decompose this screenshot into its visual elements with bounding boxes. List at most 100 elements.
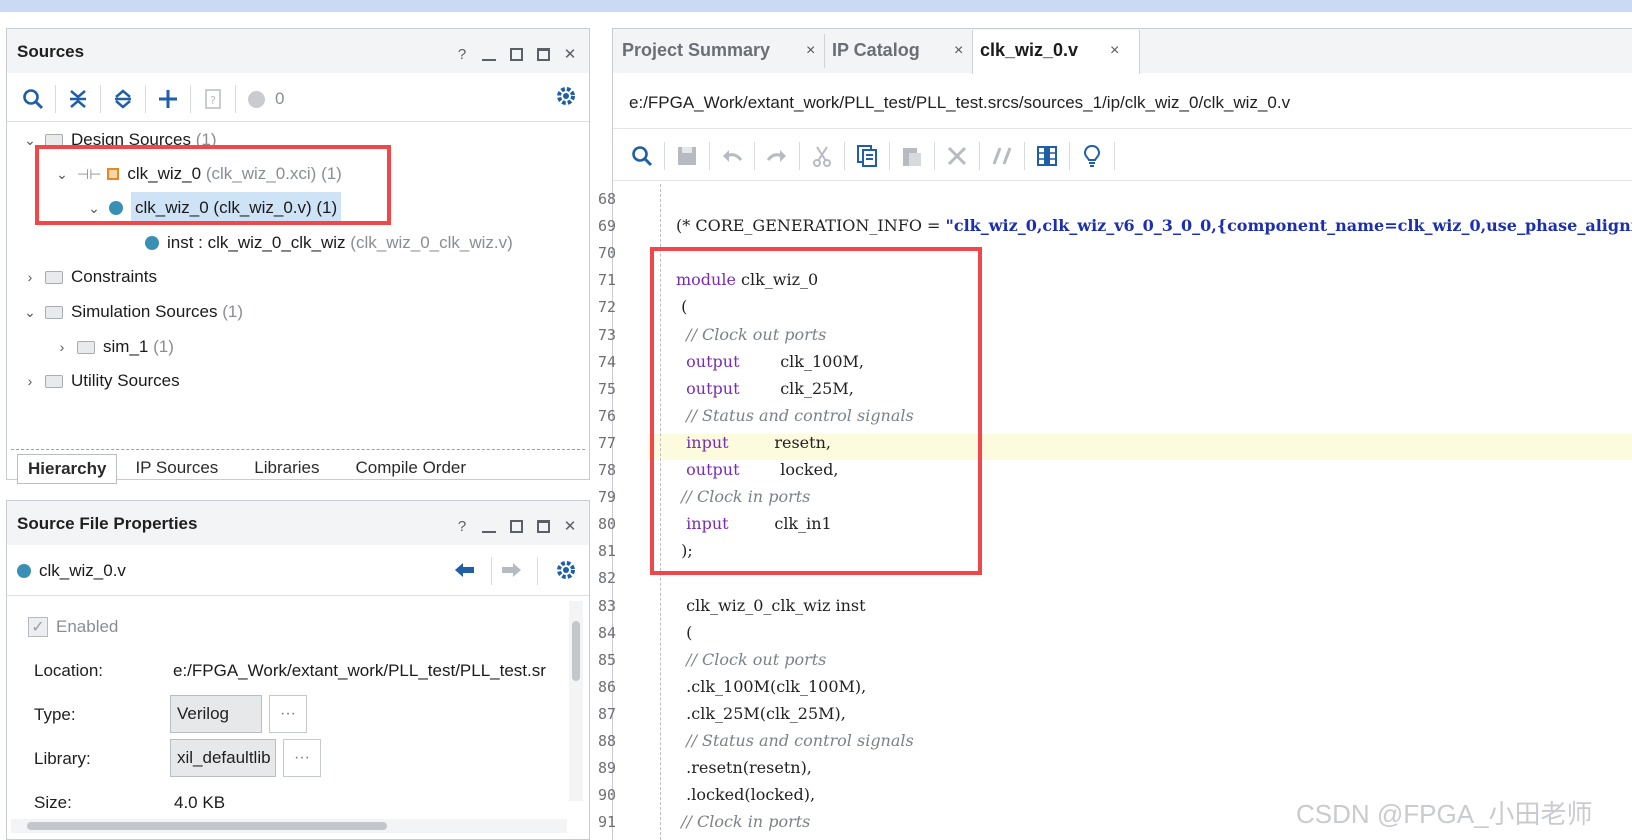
code-line: .clk_25M(clk_25M), [676, 701, 846, 727]
tab-ip-catalog[interactable]: IP Catalog [832, 30, 920, 70]
line-number: 71 [598, 271, 617, 289]
close-icon[interactable]: ✕ [561, 45, 579, 63]
search-icon[interactable] [11, 81, 55, 117]
code-line: .clk_100M(clk_100M), [676, 674, 866, 700]
settings-icon[interactable] [555, 559, 577, 586]
library-field[interactable]: xil_defaultlib [170, 739, 276, 777]
tree-item-inst[interactable]: inst : clk_wiz_0_clk_wiz (clk_wiz_0_clk_… [139, 227, 513, 259]
forward-arrow-icon[interactable] [501, 561, 523, 584]
minimize-icon[interactable] [480, 517, 498, 535]
chevron-right-icon[interactable]: › [21, 365, 39, 397]
line-number: 84 [598, 624, 617, 642]
line-number: 76 [598, 407, 617, 425]
line-number: 86 [598, 678, 617, 696]
add-icon[interactable] [146, 81, 190, 117]
tree-item-sim-1[interactable]: › sim_1 (1) [53, 331, 174, 363]
float-icon[interactable] [534, 45, 552, 63]
redo-icon[interactable] [755, 138, 799, 174]
library-label: Library: [34, 749, 91, 768]
properties-title: Source File Properties [17, 514, 198, 533]
lightbulb-icon[interactable] [1070, 138, 1114, 174]
properties-panel: Source File Properties ? ✕ clk_wiz_0.v ✓… [6, 500, 590, 840]
code-text: ( [676, 623, 693, 642]
location-label: Location: [34, 661, 103, 680]
sources-tabs: Hierarchy IP Sources Libraries Compile O… [17, 454, 484, 484]
line-number: 73 [598, 326, 617, 344]
maximize-icon[interactable] [507, 517, 525, 535]
code-text: .clk_100M(clk_100M), [676, 677, 867, 696]
vertical-scrollbar[interactable] [569, 601, 583, 801]
code-line: ( [676, 620, 692, 646]
cut-icon[interactable] [800, 138, 844, 174]
line-number: 83 [598, 597, 617, 615]
tree-item-simulation-sources[interactable]: ⌄ Simulation Sources (1) [21, 296, 243, 328]
tab-libraries[interactable]: Libraries [236, 454, 337, 484]
checkbox-checked-icon[interactable]: ✓ [28, 617, 48, 637]
line-number: 75 [598, 380, 617, 398]
line-number: 70 [598, 244, 617, 262]
code-string: "clk_wiz_0,clk_wiz_v6_0_3_0_0,{component… [945, 216, 1632, 235]
code-text: .locked(locked), [676, 785, 816, 804]
comment-toggle-icon[interactable] [980, 138, 1024, 174]
file-path: e:/FPGA_Work/extant_work/PLL_test/PLL_te… [629, 93, 1291, 112]
enabled-checkbox[interactable]: ✓ Enabled [28, 617, 118, 637]
unknown-file-icon[interactable]: ? [191, 81, 235, 117]
close-tab-icon[interactable]: × [806, 42, 815, 60]
folder-icon [45, 270, 63, 284]
tab-ip-sources[interactable]: IP Sources [117, 454, 236, 484]
help-icon[interactable]: ? [453, 517, 471, 535]
settings-icon[interactable] [555, 85, 577, 112]
float-icon[interactable] [534, 517, 552, 535]
save-icon[interactable] [665, 138, 709, 174]
collapse-all-icon[interactable] [56, 81, 100, 117]
library-browse-button[interactable]: ··· [283, 739, 321, 777]
chevron-right-icon[interactable]: › [21, 261, 39, 293]
tab-compile-order[interactable]: Compile Order [337, 454, 484, 484]
search-icon[interactable] [620, 138, 664, 174]
back-arrow-icon[interactable] [453, 561, 475, 584]
maximize-icon[interactable] [507, 45, 525, 63]
delete-icon[interactable] [935, 138, 979, 174]
code-text: .resetn(resetn), [676, 758, 812, 777]
line-number: 85 [598, 651, 617, 669]
folder-icon [45, 374, 63, 388]
verilog-file-icon [145, 236, 159, 250]
code-line: // Clock out ports [676, 647, 826, 673]
line-number: 82 [598, 569, 617, 587]
tab-hierarchy[interactable]: Hierarchy [17, 454, 118, 484]
copy-icon[interactable] [845, 138, 889, 174]
tab-clk-wiz-v[interactable]: clk_wiz_0.v [980, 30, 1078, 70]
code-comment: // Clock in ports [676, 812, 811, 831]
folder-icon [45, 305, 63, 319]
horizontal-scrollbar[interactable] [11, 819, 567, 833]
chevron-down-icon[interactable]: ⌄ [21, 296, 39, 328]
verilog-file-icon [17, 564, 31, 578]
close-tab-icon[interactable]: × [954, 42, 963, 60]
tab-project-summary[interactable]: Project Summary [622, 30, 770, 70]
line-number: 74 [598, 353, 617, 371]
type-browse-button[interactable]: ··· [269, 695, 307, 733]
type-field[interactable]: Verilog [170, 695, 262, 733]
chevron-right-icon[interactable]: › [53, 331, 71, 363]
close-tab-icon[interactable]: × [1110, 42, 1119, 60]
paste-icon[interactable] [890, 138, 934, 174]
undo-icon[interactable] [710, 138, 754, 174]
sources-header: Sources ? ✕ [7, 29, 589, 73]
line-number: 68 [598, 190, 617, 208]
help-icon[interactable]: ? [453, 45, 471, 63]
tree-item-constraints[interactable]: › Constraints [21, 261, 157, 293]
close-icon[interactable]: ✕ [561, 517, 579, 535]
line-number: 79 [598, 488, 617, 506]
line-number: 89 [598, 759, 617, 777]
tree-item-utility-sources[interactable]: › Utility Sources [21, 365, 180, 397]
column-select-icon[interactable] [1025, 138, 1069, 174]
line-number: 69 [598, 217, 617, 235]
expand-all-icon[interactable] [101, 81, 145, 117]
minimize-icon[interactable] [480, 45, 498, 63]
size-value: 4.0 KB [174, 793, 226, 812]
code-text: (* CORE_GENERATION_INFO = [676, 216, 946, 235]
line-number: 90 [598, 786, 617, 804]
line-number: 91 [598, 813, 617, 831]
line-number: 72 [598, 298, 617, 316]
code-line: .resetn(resetn), [676, 755, 812, 781]
